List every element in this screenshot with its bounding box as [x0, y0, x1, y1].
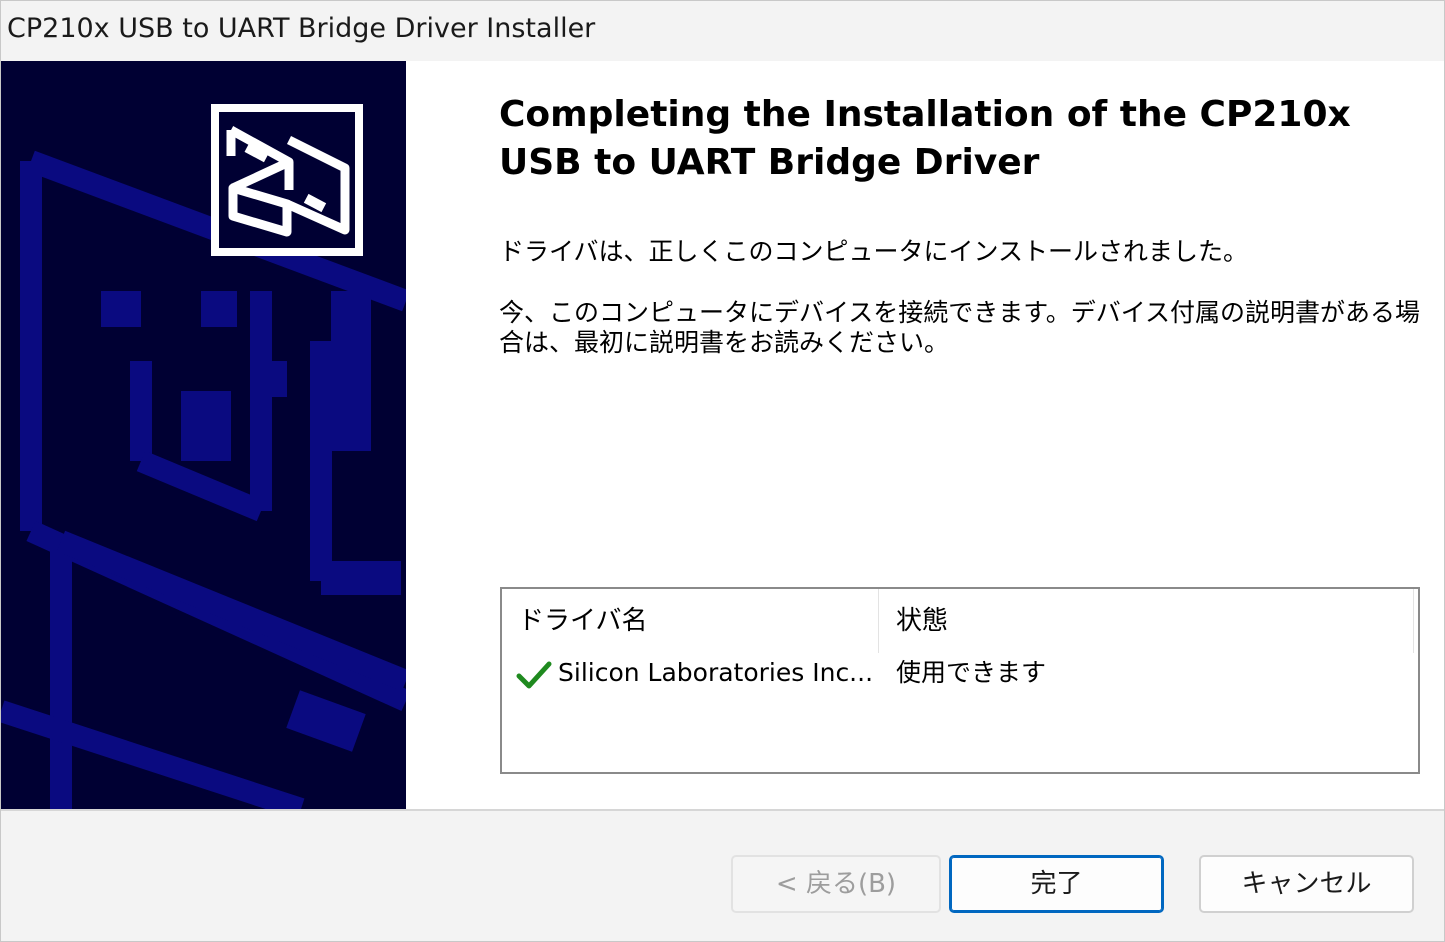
usb-drive-icon [226, 126, 350, 237]
driver-status: 使用できます [896, 658, 1047, 687]
instruction-message: 今、このコンピュータにデバイスを接続できます。デバイス付属の説明書がある場合は、… [499, 298, 1421, 357]
driver-name: Silicon Laboratories Inc... [558, 658, 874, 687]
wizard-content: Completing the Installation of the CP210… [406, 61, 1444, 809]
page-title: Completing the Installation of the CP210… [499, 94, 1351, 183]
cancel-button[interactable]: キャンセル [1199, 855, 1414, 913]
window-title: CP210x USB to UART Bridge Driver Install… [7, 13, 596, 44]
wizard-banner [1, 61, 406, 809]
driver-list[interactable]: ドライバ名 状態 Silicon Laboratories Inc... 使用で… [500, 587, 1420, 774]
installer-window: CP210x USB to UART Bridge Driver Install… [0, 0, 1445, 942]
installer-logo [211, 104, 363, 256]
list-item[interactable]: Silicon Laboratories Inc... 使用できます [502, 651, 1414, 695]
title-bar[interactable]: CP210x USB to UART Bridge Driver Install… [1, 1, 1444, 61]
column-header-status[interactable]: 状態 [880, 589, 1414, 653]
finish-button[interactable]: 完了 [949, 855, 1164, 913]
button-bar: < 戻る(B) 完了 キャンセル [1, 809, 1444, 941]
back-button[interactable]: < 戻る(B) [731, 855, 941, 913]
column-header-driver-name[interactable]: ドライバ名 [502, 589, 879, 653]
success-message: ドライバは、正しくこのコンピュータにインストールされました。 [499, 237, 1249, 266]
check-icon [516, 661, 552, 689]
